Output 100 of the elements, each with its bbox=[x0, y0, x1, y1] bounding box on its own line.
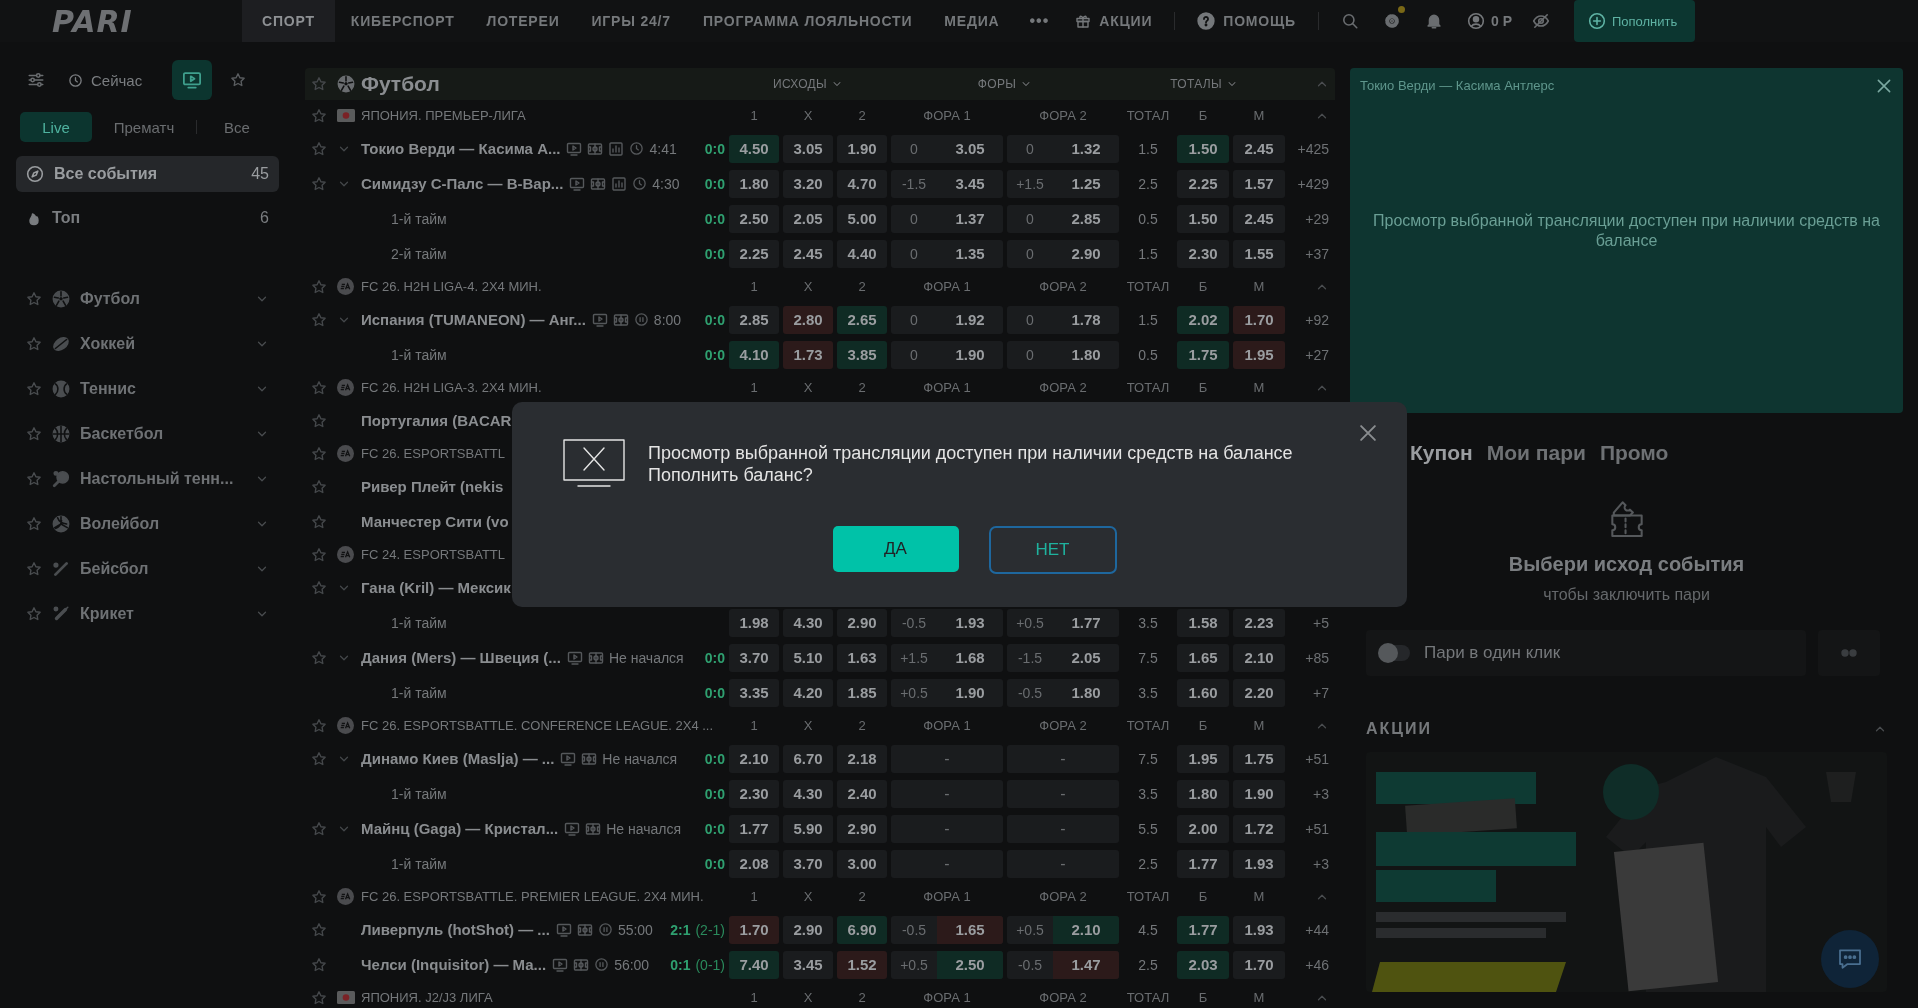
odds-button[interactable]: 6.90 bbox=[837, 915, 887, 944]
odds-button[interactable]: 1.93 bbox=[1233, 915, 1285, 944]
odds-button[interactable]: - bbox=[891, 849, 1003, 878]
filter-tab[interactable]: Все bbox=[201, 112, 273, 142]
toggle-switch[interactable] bbox=[1380, 645, 1410, 661]
odds-button[interactable]: 4.10 bbox=[729, 340, 779, 369]
more-markets-link[interactable]: +429 bbox=[1289, 175, 1329, 192]
help-link[interactable]: ПОМОЩЬ bbox=[1185, 12, 1308, 30]
odds-button[interactable]: 1.80 bbox=[1177, 779, 1229, 808]
odds-button[interactable]: 2.10 bbox=[1233, 643, 1285, 672]
search-icon[interactable] bbox=[1340, 12, 1359, 30]
filter-tab[interactable]: Прематч bbox=[108, 112, 180, 142]
odds-button[interactable]: - bbox=[891, 779, 1003, 808]
video-icon[interactable] bbox=[564, 820, 581, 837]
more-markets-link[interactable]: +7 bbox=[1289, 684, 1329, 701]
star-icon[interactable] bbox=[311, 76, 327, 92]
odds-button[interactable]: 1.47 bbox=[1053, 950, 1119, 979]
field-icon[interactable] bbox=[585, 820, 602, 837]
star-icon[interactable] bbox=[311, 649, 327, 666]
star-icon[interactable] bbox=[26, 560, 42, 577]
more-menu-button[interactable]: ••• bbox=[1015, 0, 1064, 42]
odds-button[interactable]: 1.95 bbox=[1233, 340, 1285, 369]
more-markets-link[interactable]: +3 bbox=[1289, 785, 1329, 802]
odds-button[interactable]: 1.75 bbox=[1233, 744, 1285, 773]
league-name[interactable]: FC 24. ESPORTSBATTL bbox=[361, 547, 505, 562]
sport-item[interactable]: Хоккей bbox=[16, 321, 279, 366]
odds-button[interactable]: - bbox=[1007, 849, 1119, 878]
star-icon[interactable] bbox=[311, 888, 327, 905]
odds-button[interactable]: 1.68 bbox=[937, 643, 1003, 672]
sport-item[interactable]: Футбол bbox=[16, 276, 279, 321]
filter-tab[interactable]: Live bbox=[20, 112, 92, 142]
coupon-tab[interactable]: Мои пари bbox=[1486, 441, 1586, 465]
odds-button[interactable]: 1.77 bbox=[1053, 608, 1119, 637]
odds-button[interactable]: 2.10 bbox=[1053, 915, 1119, 944]
odds-button[interactable]: 1.77 bbox=[729, 814, 779, 843]
odds-button[interactable]: 2.25 bbox=[1177, 169, 1229, 198]
odds-button[interactable]: 1.93 bbox=[1233, 849, 1285, 878]
close-icon[interactable] bbox=[1875, 77, 1893, 95]
odds-button[interactable]: 5.90 bbox=[783, 814, 833, 843]
match-name[interactable]: Испания (TUMANEON) — Анг... bbox=[361, 311, 586, 328]
odds-button[interactable]: 2.00 bbox=[1177, 814, 1229, 843]
odds-button[interactable]: 3.45 bbox=[783, 950, 833, 979]
odds-button[interactable]: 1.57 bbox=[1233, 169, 1285, 198]
odds-button[interactable]: 1.70 bbox=[1233, 950, 1285, 979]
odds-button[interactable]: 1.35 bbox=[937, 239, 1003, 268]
odds-button[interactable]: 4.70 bbox=[837, 169, 887, 198]
odds-button[interactable]: 3.70 bbox=[783, 849, 833, 878]
star-icon[interactable] bbox=[311, 175, 327, 192]
odds-button[interactable]: 1.90 bbox=[937, 678, 1003, 707]
odds-button[interactable]: 1.70 bbox=[729, 915, 779, 944]
odds-button[interactable]: 2.18 bbox=[837, 744, 887, 773]
star-icon[interactable] bbox=[311, 717, 327, 734]
more-markets-link[interactable]: +27 bbox=[1289, 346, 1329, 363]
star-icon[interactable] bbox=[311, 107, 327, 124]
odds-button[interactable]: 3.00 bbox=[837, 849, 887, 878]
match-name[interactable]: Ривер Плейт (nekis bbox=[361, 478, 504, 495]
field-icon[interactable] bbox=[576, 921, 593, 938]
more-markets-link[interactable]: +5 bbox=[1289, 614, 1329, 631]
odds-button[interactable]: - bbox=[891, 744, 1003, 773]
odds-button[interactable]: 1.50 bbox=[1177, 204, 1229, 233]
star-icon[interactable] bbox=[26, 470, 42, 487]
video-icon[interactable] bbox=[591, 311, 608, 328]
league-name[interactable]: FC 26. H2H LIGA-4. 2X4 МИН. bbox=[361, 279, 542, 294]
odds-button[interactable]: 2.05 bbox=[1053, 643, 1119, 672]
field-icon[interactable] bbox=[587, 649, 604, 666]
odds-button[interactable]: - bbox=[1007, 744, 1119, 773]
league-name[interactable]: ЯПОНИЯ. J2/J3 ЛИГА bbox=[361, 990, 493, 1005]
star-icon[interactable] bbox=[311, 750, 327, 767]
odds-button[interactable]: 2.02 bbox=[1177, 305, 1229, 334]
nav-link[interactable]: ЛОТЕРЕИ bbox=[470, 0, 576, 42]
odds-button[interactable]: 2.08 bbox=[729, 849, 779, 878]
odds-button[interactable]: 2.23 bbox=[1233, 608, 1285, 637]
odds-button[interactable]: 1.77 bbox=[1177, 915, 1229, 944]
odds-button[interactable]: 1.95 bbox=[1177, 744, 1229, 773]
match-name[interactable]: Гана (Kril) — Мексик bbox=[361, 579, 511, 596]
odds-button[interactable]: - bbox=[1007, 814, 1119, 843]
odds-button[interactable]: 1.63 bbox=[837, 643, 887, 672]
more-markets-link[interactable]: +85 bbox=[1289, 649, 1329, 666]
odds-button[interactable]: 2.85 bbox=[729, 305, 779, 334]
sidebar-item[interactable]: Все события 45 bbox=[16, 156, 279, 192]
star-icon[interactable] bbox=[26, 515, 42, 532]
odds-button[interactable]: 1.93 bbox=[937, 608, 1003, 637]
odds-button[interactable]: 3.45 bbox=[937, 169, 1003, 198]
match-name[interactable]: Манчестер Сити (vo bbox=[361, 513, 509, 530]
odds-button[interactable]: 1.65 bbox=[937, 915, 1003, 944]
star-icon[interactable] bbox=[311, 989, 327, 1006]
more-markets-link[interactable]: +92 bbox=[1289, 311, 1329, 328]
video-icon[interactable] bbox=[560, 750, 577, 767]
sidebar-item[interactable]: Топ 6 bbox=[16, 200, 279, 236]
star-icon[interactable] bbox=[311, 278, 327, 295]
more-markets-link[interactable]: +46 bbox=[1289, 956, 1329, 973]
odds-button[interactable]: 3.20 bbox=[783, 169, 833, 198]
odds-button[interactable]: 1.80 bbox=[1053, 678, 1119, 707]
odds-button[interactable]: 2.90 bbox=[837, 814, 887, 843]
league-name[interactable]: FC 26. ESPORTSBATTLE. PREMIER LEAGUE. 2X4 МИН. bbox=[361, 889, 704, 904]
stats-icon[interactable] bbox=[608, 140, 625, 157]
star-icon[interactable] bbox=[26, 425, 42, 442]
video-icon[interactable] bbox=[569, 175, 586, 192]
field-icon[interactable] bbox=[573, 956, 590, 973]
odds-button[interactable]: 2.80 bbox=[783, 305, 833, 334]
